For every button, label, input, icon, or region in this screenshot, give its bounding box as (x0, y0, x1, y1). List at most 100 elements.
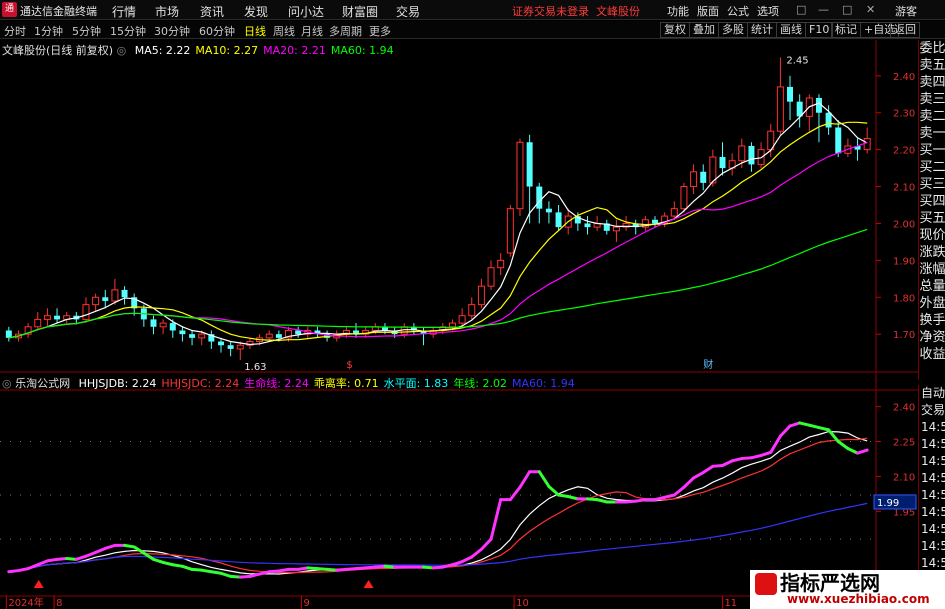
quote-field-4: 卖二 (919, 109, 945, 124)
tool-overlay[interactable]: 叠加 (689, 22, 719, 38)
quote-field-16: 换手 (919, 313, 945, 328)
period-15min[interactable]: 15分钟 (110, 23, 146, 39)
candle-body-down (719, 157, 726, 169)
candle-body-up (776, 86, 784, 132)
tool-stats[interactable]: 统计 (747, 22, 777, 38)
candle-body-up (198, 333, 206, 339)
sub-y-tick-label: 2.40 (893, 403, 915, 414)
menu-markets[interactable]: 市场 (155, 3, 179, 20)
login-status[interactable]: 证券交易未登录 文峰股份 (512, 3, 640, 19)
menu-layout[interactable]: 版面 (697, 3, 719, 19)
life-line-segment (479, 537, 493, 551)
low-price-label: 1.63 (244, 362, 266, 373)
life-line-segment (759, 450, 773, 457)
menu-community[interactable]: 财富圈 (342, 3, 378, 20)
period-5min[interactable]: 5分钟 (72, 23, 101, 39)
life-line-segment (846, 446, 860, 455)
tool-adjust[interactable]: 复权 (660, 22, 690, 38)
life-line-segment (692, 471, 705, 480)
life-line-segment (460, 555, 474, 564)
trade-field-3: 14:56 (921, 437, 945, 451)
x-tick-label: 2024年 (8, 596, 43, 609)
quote-field-7: 买二 (919, 160, 945, 175)
quote-panel: 委比 卖五 卖四 卖三 卖二 卖一 买一 买二 买三 买四 买五 现价 涨跌 涨幅 总量 外盘 换手 净资 收益 (918, 40, 945, 380)
menu-discover[interactable]: 发现 (244, 3, 268, 20)
menu-options[interactable]: 选项 (757, 3, 779, 19)
life-line-segment (778, 424, 792, 438)
candle-body-up (34, 318, 42, 328)
life-line-segment (151, 557, 165, 564)
life-line-segment (180, 564, 194, 571)
life-line-segment (701, 464, 715, 475)
menu-news[interactable]: 资讯 (200, 3, 224, 20)
period-daily[interactable]: 日线 (244, 23, 266, 39)
trade-field-4: 14:56 (921, 454, 945, 468)
trade-field-1: 交易 (921, 403, 945, 417)
tool-back[interactable]: 返回 (890, 22, 920, 38)
period-intraday[interactable]: 分时 (4, 23, 26, 39)
quote-field-10: 买五 (919, 211, 945, 226)
trade-field-7: 14:56 (921, 505, 945, 519)
kline-chart[interactable]: 2.45 1.63 $ 财 2.40 2.30 2.20 2.10 2.00 1.90 1.80 1… (0, 40, 918, 609)
life-line-segment (537, 470, 551, 488)
candle-body-up (497, 259, 505, 269)
candle-body-down (121, 289, 128, 298)
life-line-segment (672, 485, 686, 497)
menu-formula[interactable]: 公式 (727, 3, 749, 19)
sub-value-text: 1.99 (877, 498, 899, 509)
life-line-segment (470, 547, 483, 559)
tool-f10[interactable]: F10 (805, 22, 834, 38)
app-logo-icon: 通 (2, 2, 17, 17)
candle-body-up (448, 322, 456, 328)
candle-body-up (43, 315, 51, 320)
candle-body-down (179, 330, 186, 335)
candle-body-down (5, 330, 12, 338)
menu-functions[interactable]: 功能 (667, 3, 689, 19)
hhjsjdb-line (8, 430, 868, 575)
tool-mark[interactable]: 标记 (831, 22, 861, 38)
period-weekly[interactable]: 周线 (273, 23, 295, 39)
candle-body-down (227, 345, 234, 349)
life-line-segment (489, 498, 503, 541)
user-label[interactable]: 游客 (895, 3, 917, 19)
period-60min[interactable]: 60分钟 (199, 23, 235, 39)
candle-body-up (670, 208, 678, 217)
candle-body-down (787, 86, 794, 102)
period-1min[interactable]: 1分钟 (34, 23, 63, 39)
maximize-icon[interactable]: □ (842, 3, 852, 16)
watermark-logo-icon (755, 573, 777, 595)
candle-body-down (545, 208, 552, 213)
quote-field-6: 买一 (919, 143, 945, 158)
life-line-segment (836, 440, 850, 450)
close-icon[interactable]: ✕ (866, 3, 875, 16)
y-tick-label: 1.80 (893, 293, 915, 304)
trade-field-2: 14:56 (921, 420, 945, 434)
menu-trade[interactable]: 交易 (396, 3, 420, 20)
period-more[interactable]: 更多 (369, 23, 391, 39)
candle-body-up (82, 304, 90, 320)
restore-icon[interactable]: □ (796, 3, 806, 16)
period-monthly[interactable]: 月线 (301, 23, 323, 39)
candle-body-up (111, 289, 119, 302)
period-30min[interactable]: 30分钟 (154, 23, 190, 39)
life-line-segment (856, 448, 869, 455)
life-line-segment (518, 470, 532, 489)
period-multi[interactable]: 多周期 (329, 23, 362, 39)
sub-label-1: HHJSJDC: 2.24 (161, 377, 240, 390)
ma20-line (8, 141, 868, 339)
quote-field-15: 外盘 (919, 296, 945, 311)
sub-label-0: HHJSJDB: 2.24 (78, 377, 157, 390)
menu-market[interactable]: 行情 (112, 3, 136, 20)
candle-body-down (275, 334, 282, 338)
candle-body-up (738, 145, 746, 162)
menu-assistant[interactable]: 问小达 (288, 3, 324, 20)
tool-draw[interactable]: 画线 (776, 22, 806, 38)
tool-multi-stock[interactable]: 多股 (718, 22, 748, 38)
trade-field-5: 14:56 (921, 471, 945, 485)
settings-icon: ◎ (116, 44, 127, 57)
minimize-icon[interactable]: — (818, 3, 829, 16)
candle-body-down (748, 145, 755, 165)
sub-y-tick-label: 2.10 (893, 472, 915, 483)
dividend-marker: $ (346, 360, 352, 371)
y-tick-label: 1.70 (893, 330, 915, 341)
